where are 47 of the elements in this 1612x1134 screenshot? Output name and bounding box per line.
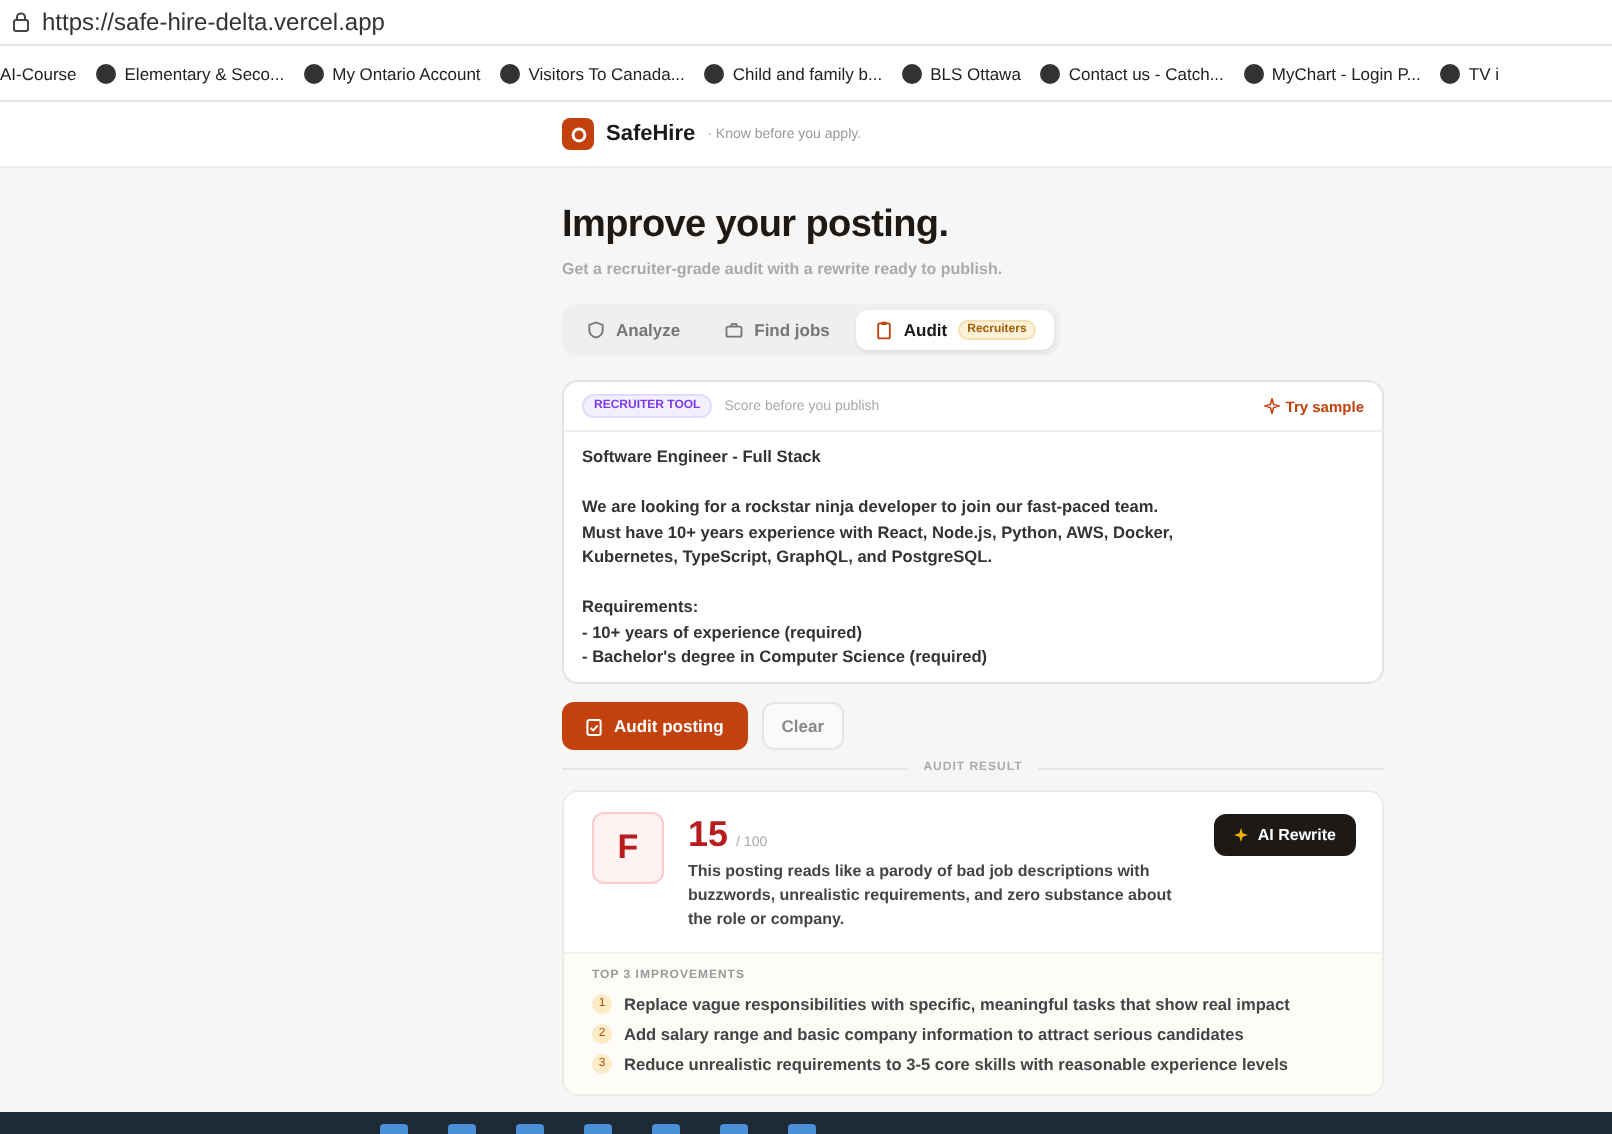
bookmark-link[interactable]: MyChart - Login P...: [1271, 63, 1421, 83]
tab[interactable]: Analyze: [568, 310, 699, 350]
lock-icon: [12, 12, 30, 32]
tab-icon: [586, 320, 606, 340]
tab-icon: [724, 320, 745, 340]
bookmark-link[interactable]: TV i: [1468, 63, 1500, 83]
favicon-icon: [304, 63, 325, 83]
sparkle-icon: [1263, 398, 1280, 414]
favicon-icon: [96, 63, 117, 83]
tab-icon: [873, 320, 894, 340]
favicon-icon: [704, 63, 725, 83]
favicon-icon: [1243, 63, 1264, 83]
summary-text: This posting reads like a parody of bad job descriptions with buzzwords, unrealistic requirements, and zero substance about the role or company.: [688, 860, 1174, 932]
taskbar-app-icon[interactable]: [652, 1124, 680, 1134]
bookmark-link[interactable]: Elementary & Seco...: [124, 63, 285, 83]
bookmark-link[interactable]: Visitors To Canada...: [528, 63, 685, 83]
taskbar-app-icon[interactable]: [448, 1124, 476, 1134]
favicon-icon: [500, 63, 521, 83]
audit-posting-button[interactable]: Audit posting: [562, 702, 748, 750]
sparkle-icon: [1233, 828, 1248, 842]
tab[interactable]: Find jobs: [706, 310, 848, 350]
bookmark-link[interactable]: BLS Ottawa: [930, 63, 1021, 83]
posting-textarea[interactable]: Software Engineer - Full Stack We are looking for a rockstar ninja developer to join our fast-paced team. Must have 10+ years experience with React, Node.js, Python, AWS, Docker, Kubernetes, TypeScript, GraphQL, and PostgreSQL. Requirements: - 10+ years of experience (required) - Bachelor's degree in Computer Science (required): [562, 432, 1384, 684]
taskbar-app-icon[interactable]: [516, 1124, 544, 1134]
improvement-text: Replace vague responsibilities with specific, meaningful tasks that show real impact: [624, 994, 1290, 1014]
url-text[interactable]: https://safe-hire-delta.vercel.app: [42, 8, 385, 36]
logo-icon: [562, 118, 594, 150]
favicon-icon: [1440, 63, 1461, 83]
bookmark-link[interactable]: My Ontario Account: [332, 63, 481, 83]
favicon-icon: [902, 63, 923, 83]
taskbar-app-icon[interactable]: [788, 1124, 816, 1134]
taskbar-app-icon[interactable]: [584, 1124, 612, 1134]
page-title: Improve your posting.: [562, 204, 951, 248]
score-value: 15: [688, 814, 729, 856]
bookmark-link[interactable]: Contact us - Catch...: [1068, 63, 1224, 83]
clipboard-check-icon: [586, 717, 602, 735]
brand-name: SafeHire: [606, 122, 696, 146]
page-subtitle: Get a recruiter-grade audit with a rewrite ready to publish.: [562, 260, 1005, 278]
favicon-icon: [1040, 63, 1061, 83]
ai-rewrite-button[interactable]: AI Rewrite: [1213, 814, 1356, 856]
improvement-text: Reduce unrealistic requirements to 3-5 core skills with reasonable experience levels: [624, 1054, 1289, 1074]
taskbar-app-icon[interactable]: [720, 1124, 748, 1134]
bookmark-link[interactable]: AI-Course: [0, 63, 77, 83]
improvement-text: Add salary range and basic company information to attract serious candidates: [624, 1024, 1244, 1044]
bookmark-link[interactable]: Child and family b...: [732, 63, 883, 83]
grade-badge: F: [592, 812, 664, 884]
taskbar-app-icon[interactable]: [380, 1124, 408, 1134]
